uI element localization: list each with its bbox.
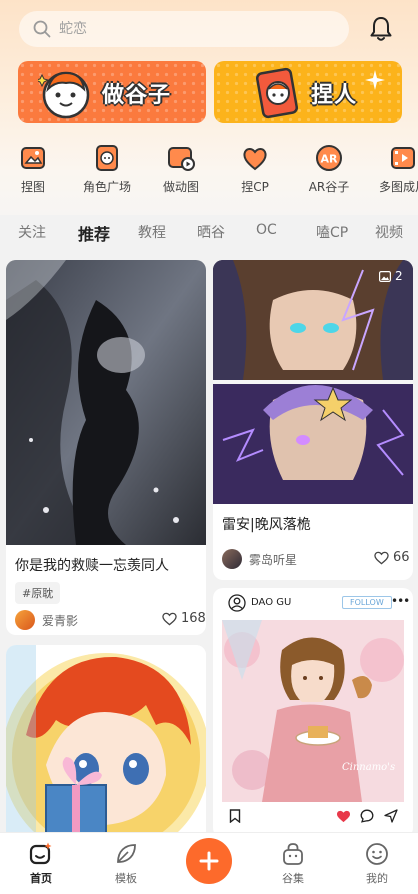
pinch-image-icon xyxy=(21,147,45,169)
pinch-character-label: 捏人 xyxy=(311,83,358,108)
film-strip-icon xyxy=(391,147,415,169)
like-number: 66 xyxy=(393,550,410,565)
like-count[interactable]: 168 xyxy=(162,611,206,626)
follow-button[interactable]: FOLLOW xyxy=(342,596,392,609)
tab-show-goods[interactable]: 晒谷 xyxy=(197,222,225,242)
heart-cp-icon xyxy=(243,148,267,171)
nav-templates[interactable]: 模板 xyxy=(96,841,156,886)
nav-profile[interactable]: 我的 xyxy=(347,841,407,886)
nav-label: 首页 xyxy=(30,872,52,885)
nav-collection[interactable]: 谷集 xyxy=(263,841,323,886)
search-icon xyxy=(33,20,51,38)
image-count: 2 xyxy=(395,269,403,283)
category-row: 捏图 角色广场 做动图 捏CP AR AR谷子 多图成 xyxy=(0,143,418,198)
card-title: 雷安|晚风落桅 xyxy=(222,517,311,533)
pinch-character-banner[interactable]: 捏人 xyxy=(214,61,402,123)
character-square-icon xyxy=(96,145,118,171)
card-author[interactable]: 爱青影 xyxy=(15,610,78,630)
search-bar-row xyxy=(0,0,418,58)
leaf-icon xyxy=(117,844,136,863)
make-goods-banner[interactable]: 做谷子 xyxy=(18,61,206,123)
smile-face-icon xyxy=(366,843,388,865)
search-input[interactable] xyxy=(59,21,299,37)
tab-cp[interactable]: 嗑CP xyxy=(316,222,348,242)
category-label: 角色广场 xyxy=(82,180,131,194)
author-name: 爱青影 xyxy=(42,613,79,628)
feed-card[interactable]: 你是我的救赎一忘羡同人 #原耽 爱青影 168 xyxy=(6,260,206,635)
post-actions xyxy=(213,806,413,826)
card-author[interactable]: 雾岛听星 xyxy=(222,549,297,569)
tab-tutorial[interactable]: 教程 xyxy=(138,222,166,242)
like-number: 168 xyxy=(181,611,206,626)
feed-card[interactable] xyxy=(6,645,206,845)
ar-badge-icon: AR xyxy=(316,145,342,171)
category-label: 捏CP xyxy=(241,180,269,194)
nav-home[interactable]: 首页 xyxy=(11,841,71,886)
nav-label: 谷集 xyxy=(282,872,304,885)
image-icon xyxy=(379,270,391,282)
tab-recommend[interactable]: 推荐 xyxy=(78,221,110,245)
category-label: 多图成片 xyxy=(378,180,418,194)
post-username: DAO GU xyxy=(251,597,292,608)
create-post-button[interactable] xyxy=(186,838,232,884)
bag-icon xyxy=(283,843,303,865)
tab-follow[interactable]: 关注 xyxy=(18,222,46,242)
author-name: 雾岛听星 xyxy=(249,552,298,567)
avatar xyxy=(222,549,242,569)
more-icon[interactable]: ••• xyxy=(391,594,410,608)
category-pinch-image[interactable]: 捏图 xyxy=(0,143,68,195)
home-icon xyxy=(29,842,52,865)
heart-outline-icon xyxy=(162,612,177,625)
category-pinch-cp[interactable]: 捏CP xyxy=(220,143,290,195)
card-image: Cinnamo's xyxy=(222,620,404,802)
feed-tabs: 关注 推荐 教程 晒谷 OC 嗑CP 视频 xyxy=(0,222,418,248)
card-image xyxy=(6,645,206,845)
avatar xyxy=(15,610,35,630)
feed-card[interactable]: DAO GU FOLLOW ••• Cinnamo's xyxy=(213,588,413,838)
plus-icon xyxy=(199,851,219,871)
card-mascot-icon xyxy=(255,67,299,119)
category-ar-goods[interactable]: AR AR谷子 xyxy=(294,143,364,195)
heart-filled-icon[interactable] xyxy=(336,810,351,823)
comment-icon[interactable] xyxy=(360,809,374,823)
mascot-icon xyxy=(38,71,90,119)
heart-outline-icon xyxy=(374,551,389,564)
search-box[interactable] xyxy=(19,11,349,47)
card-image xyxy=(213,260,413,504)
tab-oc[interactable]: OC xyxy=(256,222,277,238)
tab-video[interactable]: 视频 xyxy=(375,222,403,242)
category-multi-image-film[interactable]: 多图成片 xyxy=(368,143,418,195)
send-icon[interactable] xyxy=(384,809,398,823)
nav-label: 我的 xyxy=(366,872,388,885)
category-label: 捏图 xyxy=(20,180,45,194)
bell-icon[interactable] xyxy=(368,15,394,43)
card-title: 你是我的救赎一忘羡同人 xyxy=(15,558,169,574)
category-character-square[interactable]: 角色广场 xyxy=(72,143,142,195)
card-tag[interactable]: #原耽 xyxy=(15,582,61,604)
category-animated-image[interactable]: 做动图 xyxy=(146,143,216,195)
user-circle-icon xyxy=(228,594,246,612)
svg-text:AR: AR xyxy=(321,153,339,166)
category-label: AR谷子 xyxy=(308,180,350,194)
like-count[interactable]: 66 xyxy=(374,550,410,565)
post-header: DAO GU FOLLOW ••• xyxy=(213,588,413,618)
nav-label: 模板 xyxy=(115,872,137,885)
make-goods-label: 做谷子 xyxy=(102,83,172,108)
bookmark-icon[interactable] xyxy=(229,809,241,823)
category-label: 做动图 xyxy=(162,180,199,194)
animated-image-icon xyxy=(168,147,195,171)
feed-card[interactable]: 2 雷安|晚风落桅 雾岛听星 66 xyxy=(213,260,413,580)
signature: Cinnamo's xyxy=(342,762,395,773)
image-count-badge: 2 xyxy=(379,269,403,283)
sparkle-icon xyxy=(365,70,385,90)
card-image xyxy=(6,260,206,545)
